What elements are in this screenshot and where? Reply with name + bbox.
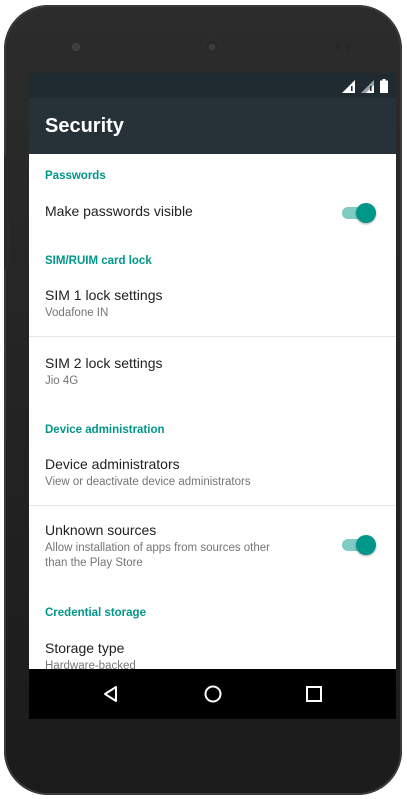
unknown-sources-row[interactable]: Unknown sources Allow installation of ap… (29, 506, 396, 589)
section-header-credential-storage: Credential storage (45, 607, 146, 619)
sim1-lock-settings-row[interactable]: SIM 1 lock settings Vodafone IN (29, 272, 396, 336)
make-passwords-visible-toggle[interactable] (342, 203, 376, 223)
settings-list[interactable]: Passwords Make passwords visible SIM/RUI… (29, 154, 396, 669)
storage-type-subtitle: Hardware-backed (45, 660, 136, 669)
navigation-bar (29, 669, 396, 719)
recents-button[interactable] (299, 679, 329, 709)
front-camera-icon (72, 43, 80, 51)
device-administrators-subtitle: View or deactivate device administrators (45, 476, 251, 488)
phone-side-button (4, 155, 9, 270)
back-button[interactable] (96, 679, 126, 709)
section-header-sim-lock: SIM/RUIM card lock (45, 255, 152, 267)
signal-icon-2 (361, 80, 374, 93)
signal-icon (342, 80, 355, 93)
sim2-lock-settings-subtitle: Jio 4G (45, 375, 79, 387)
sim1-lock-settings-title: SIM 1 lock settings (45, 287, 163, 303)
home-icon (204, 685, 222, 703)
sim2-lock-settings-title: SIM 2 lock settings (45, 355, 163, 371)
sensor-icon (346, 45, 351, 50)
section-header-device-admin: Device administration (45, 424, 165, 436)
make-passwords-visible-row[interactable]: Make passwords visible (29, 188, 396, 238)
recents-icon (306, 686, 322, 702)
app-bar: Security (29, 98, 396, 154)
sim1-lock-settings-subtitle: Vodafone IN (45, 307, 109, 319)
toggle-thumb (356, 535, 376, 555)
device-administrators-row[interactable]: Device administrators View or deactivate… (29, 440, 396, 505)
sim2-lock-settings-row[interactable]: SIM 2 lock settings Jio 4G (29, 337, 396, 407)
earpiece-speaker-icon (202, 37, 222, 57)
storage-type-title: Storage type (45, 640, 125, 656)
unknown-sources-toggle[interactable] (342, 535, 376, 555)
unknown-sources-subtitle-line2: than the Play Store (45, 557, 143, 569)
phone-frame: Security Passwords Make passwords visibl… (4, 5, 402, 795)
unknown-sources-title: Unknown sources (45, 522, 157, 538)
back-icon (104, 686, 117, 702)
home-button[interactable] (198, 679, 228, 709)
screen: Security Passwords Make passwords visibl… (29, 73, 396, 719)
section-header-passwords: Passwords (45, 170, 106, 182)
device-administrators-title: Device administrators (45, 456, 180, 472)
status-bar (29, 73, 396, 98)
storage-type-row[interactable]: Storage type Hardware-backed (29, 624, 396, 669)
battery-icon (380, 79, 388, 93)
toggle-thumb (356, 203, 376, 223)
make-passwords-visible-label: Make passwords visible (45, 203, 193, 219)
status-icons (342, 79, 388, 93)
unknown-sources-subtitle-line1: Allow installation of apps from sources … (45, 542, 270, 554)
page-title: Security (45, 115, 124, 137)
sensor-icon (336, 45, 341, 50)
